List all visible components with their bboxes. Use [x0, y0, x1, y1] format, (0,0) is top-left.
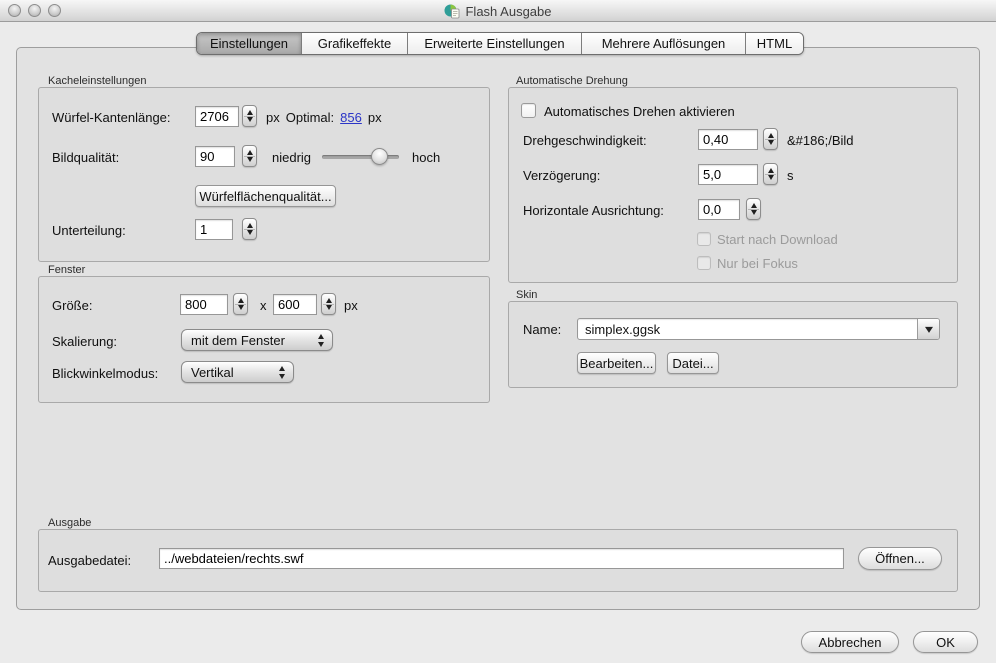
- edge-length-label: Würfel-Kantenlänge:: [52, 110, 171, 125]
- size-unit-label: px: [344, 298, 358, 313]
- optimal-unit: px: [368, 110, 382, 125]
- edge-unit: px: [266, 110, 280, 125]
- group-title-skin: Skin: [516, 289, 537, 301]
- optimal-label: Optimal:: [286, 110, 334, 125]
- up-down-arrows-icon: [318, 330, 324, 350]
- skin-file-button[interactable]: Datei...: [667, 352, 719, 374]
- delay-label: Verzögerung:: [523, 168, 600, 183]
- dropdown-arrow-icon[interactable]: [917, 319, 939, 339]
- start-after-download-checkbox: [697, 232, 711, 246]
- skin-edit-button[interactable]: Bearbeiten...: [577, 352, 656, 374]
- cancel-button[interactable]: Abbrechen: [801, 631, 899, 653]
- delay-stepper[interactable]: [763, 163, 778, 185]
- delay-unit: s: [787, 168, 794, 183]
- image-quality-stepper[interactable]: [242, 145, 257, 167]
- auto-rotate-label: Automatisches Drehen aktivieren: [544, 104, 735, 119]
- view-mode-selected-value: Vertikal: [191, 365, 234, 380]
- output-file-label: Ausgabedatei:: [48, 553, 131, 568]
- slider-low-label: niedrig: [272, 150, 311, 165]
- rotation-speed-label: Drehgeschwindigkeit:: [523, 133, 647, 148]
- scaling-label: Skalierung:: [52, 334, 117, 349]
- tab-bar: Einstellungen Grafikeffekte Erweiterte E…: [196, 32, 804, 55]
- open-button[interactable]: Öffnen...: [858, 547, 942, 570]
- tab-erweiterte-einstellungen[interactable]: Erweiterte Einstellungen: [407, 33, 581, 54]
- focus-only-checkbox: [697, 256, 711, 270]
- tab-html[interactable]: HTML: [745, 33, 803, 54]
- flash-output-dialog: Flash Ausgabe Einstellungen Grafikeffekt…: [0, 0, 996, 663]
- rotation-speed-stepper[interactable]: [763, 128, 778, 150]
- title-area: Flash Ausgabe: [0, 0, 996, 22]
- size-times-label: x: [260, 298, 267, 313]
- tab-einstellungen[interactable]: Einstellungen: [197, 33, 301, 54]
- image-quality-label: Bildqualität:: [52, 150, 119, 165]
- horizontal-alignment-label: Horizontale Ausrichtung:: [523, 203, 664, 218]
- app-icon: [444, 3, 460, 19]
- subdivision-stepper[interactable]: [242, 218, 257, 240]
- up-down-arrows-icon: [279, 362, 285, 382]
- tab-mehrere-aufloesungen[interactable]: Mehrere Auflösungen: [581, 33, 745, 54]
- auto-rotate-checkbox[interactable]: [521, 103, 536, 118]
- tab-grafikeffekte[interactable]: Grafikeffekte: [301, 33, 407, 54]
- window-title: Flash Ausgabe: [465, 4, 551, 19]
- rotation-speed-unit: &#186;/Bild: [787, 133, 854, 148]
- skin-name-label: Name:: [523, 322, 561, 337]
- group-box-skin: [508, 301, 958, 388]
- group-title-fenster: Fenster: [48, 264, 85, 276]
- window-height-stepper[interactable]: [321, 293, 336, 315]
- slider-high-label: hoch: [412, 150, 440, 165]
- view-mode-select[interactable]: Vertikal: [181, 361, 294, 383]
- title-bar: Flash Ausgabe: [0, 0, 996, 22]
- window-width-stepper[interactable]: [233, 293, 248, 315]
- focus-only-label: Nur bei Fokus: [717, 256, 798, 271]
- skin-name-value: simplex.ggsk: [585, 322, 660, 337]
- edge-length-input[interactable]: [195, 106, 239, 127]
- scaling-selected-value: mit dem Fenster: [191, 333, 285, 348]
- horizontal-alignment-stepper[interactable]: [746, 198, 761, 220]
- cube-face-quality-button[interactable]: Würfelflächenqualität...: [195, 185, 336, 207]
- delay-input[interactable]: [698, 164, 758, 185]
- view-mode-label: Blickwinkelmodus:: [52, 366, 158, 381]
- skin-name-combobox[interactable]: simplex.ggsk: [577, 318, 940, 340]
- start-after-download-label: Start nach Download: [717, 232, 838, 247]
- horizontal-alignment-input[interactable]: [698, 199, 740, 220]
- scaling-select[interactable]: mit dem Fenster: [181, 329, 333, 351]
- optimal-size-link[interactable]: 856: [340, 110, 362, 125]
- subdivision-label: Unterteilung:: [52, 223, 126, 238]
- group-title-ausgabe: Ausgabe: [48, 517, 91, 529]
- edge-length-stepper[interactable]: [242, 105, 257, 127]
- group-title-automatische-drehung: Automatische Drehung: [516, 75, 628, 87]
- size-label: Größe:: [52, 298, 92, 313]
- ok-button[interactable]: OK: [913, 631, 978, 653]
- output-file-input[interactable]: [159, 548, 844, 569]
- quality-slider-thumb[interactable]: [371, 148, 388, 165]
- window-width-input[interactable]: [180, 294, 228, 315]
- edge-length-units: px Optimal: 856 px: [266, 110, 382, 125]
- window-height-input[interactable]: [273, 294, 317, 315]
- group-title-kacheleinstellungen: Kacheleinstellungen: [48, 75, 146, 87]
- subdivision-input[interactable]: [195, 219, 233, 240]
- rotation-speed-input[interactable]: [698, 129, 758, 150]
- image-quality-input[interactable]: [195, 146, 235, 167]
